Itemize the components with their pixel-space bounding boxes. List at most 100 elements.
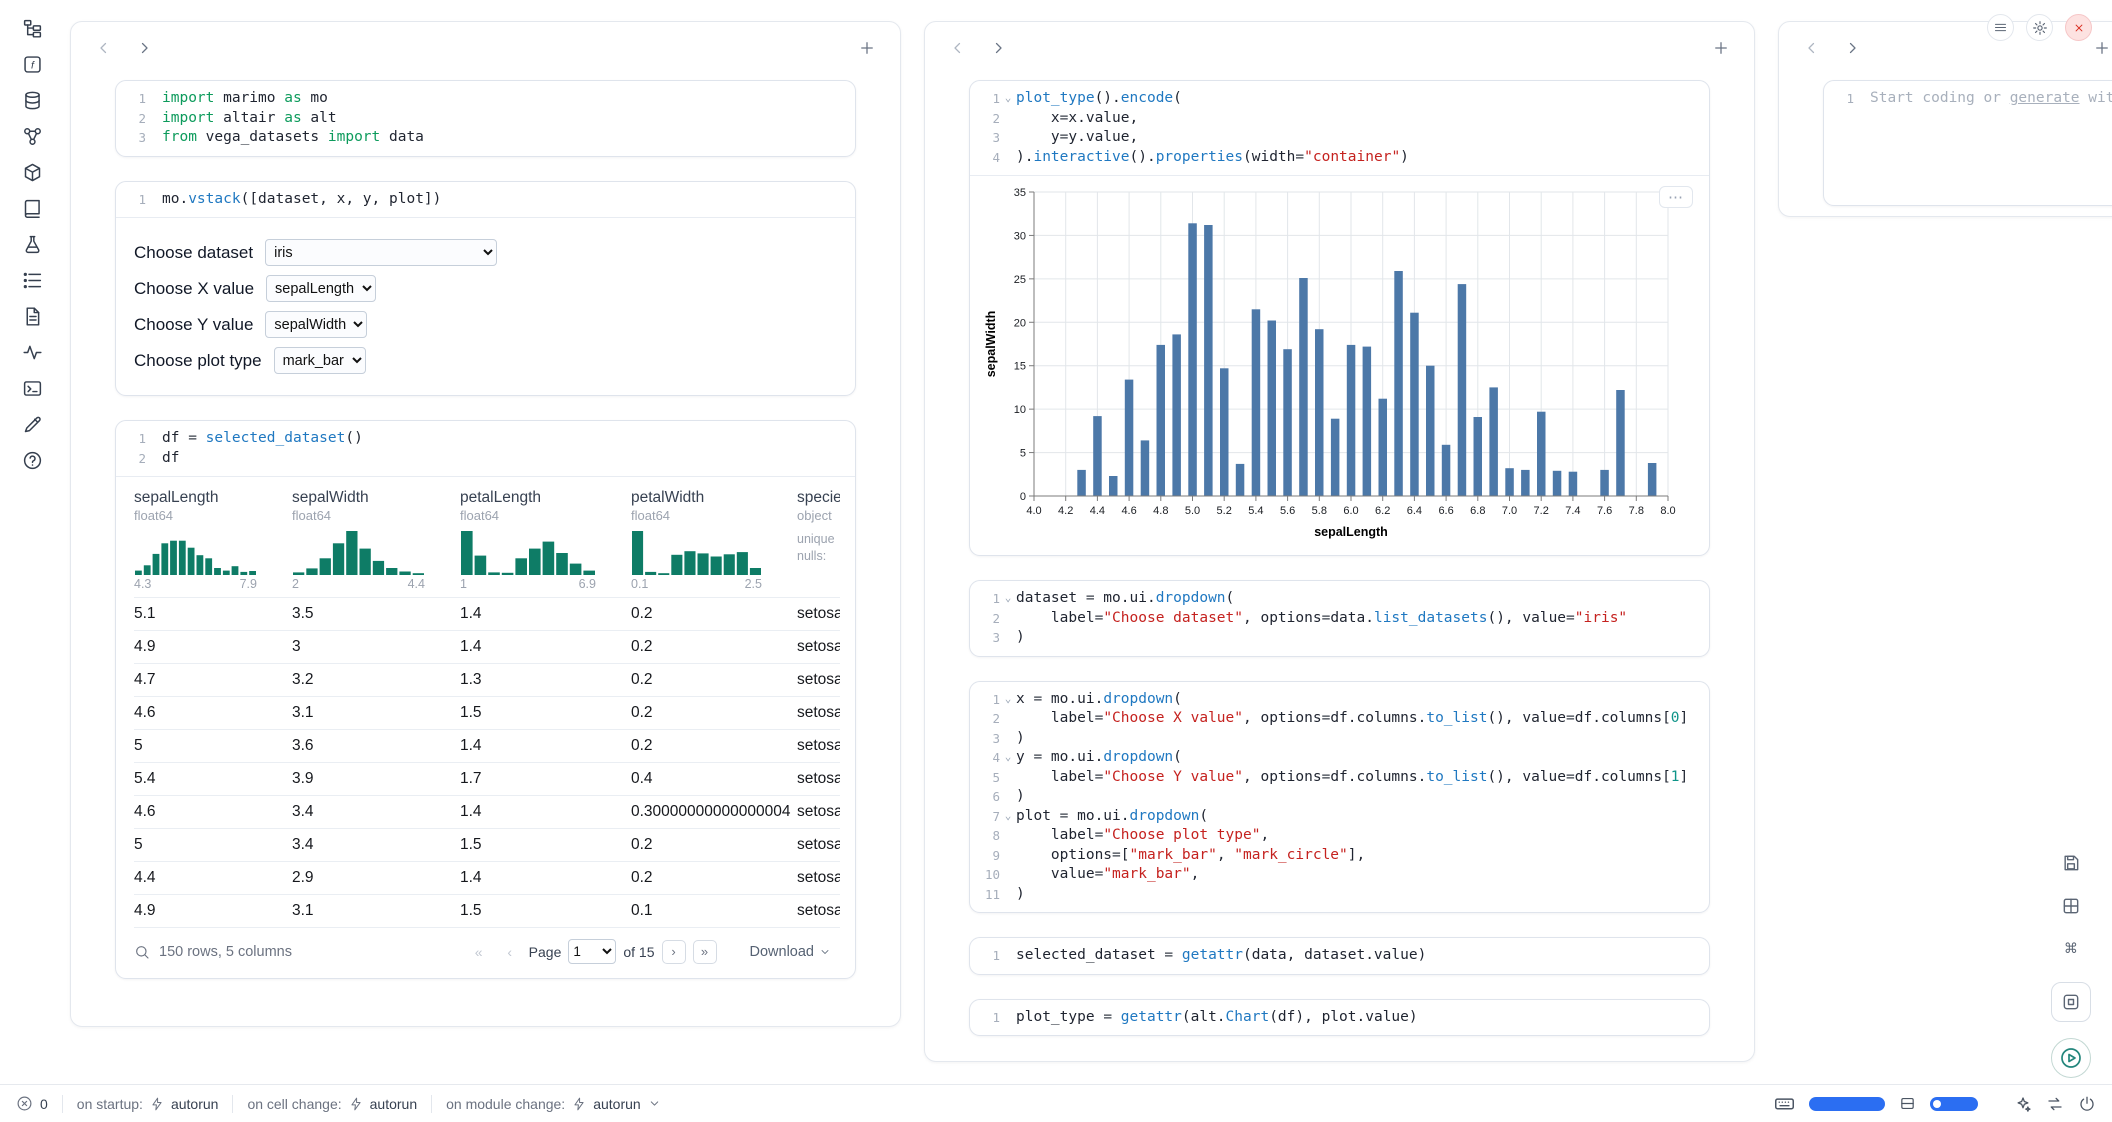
column-scroll-right-button[interactable] bbox=[131, 35, 157, 61]
status-bar-right bbox=[1774, 1093, 2096, 1114]
line-number: 9 bbox=[970, 846, 1000, 866]
fold-spacer bbox=[1000, 787, 1016, 807]
column-scroll-right-button[interactable] bbox=[1839, 35, 1865, 61]
table-row[interactable]: 4.73.21.30.2setosa bbox=[134, 663, 840, 696]
column-scroll-left-button[interactable] bbox=[1799, 35, 1825, 61]
search-icon[interactable] bbox=[134, 944, 150, 960]
first-page-button[interactable]: « bbox=[467, 940, 491, 964]
ai-assistant-button[interactable] bbox=[2014, 1095, 2032, 1113]
dataset-select[interactable]: iris bbox=[265, 239, 497, 266]
column-scroll-left-button[interactable] bbox=[91, 35, 117, 61]
sidebar-file-tree-button[interactable] bbox=[10, 12, 54, 45]
fold-chevron-icon[interactable]: ⌄ bbox=[1000, 748, 1016, 768]
sidebar-tracing-button[interactable] bbox=[10, 336, 54, 369]
cell-output-controls: Choose datasetirisChoose X valuesepalLen… bbox=[116, 217, 855, 395]
page-label: Page bbox=[529, 944, 562, 960]
column-scroll-right-button[interactable] bbox=[985, 35, 1011, 61]
table-row[interactable]: 4.42.91.40.2setosa bbox=[134, 861, 840, 894]
sidebar-help-button[interactable] bbox=[10, 444, 54, 477]
fold-spacer bbox=[1000, 865, 1016, 885]
row-count-summary: 150 rows, 5 columns bbox=[159, 944, 292, 960]
svg-text:7.4: 7.4 bbox=[1565, 505, 1580, 517]
code-editor-dataset-dropdown[interactable]: 1⌄dataset = mo.ui.dropdown(2 label="Choo… bbox=[970, 581, 1709, 656]
sidebar-packages-button[interactable] bbox=[10, 156, 54, 189]
table-row[interactable]: 53.61.40.2setosa bbox=[134, 729, 840, 762]
code-editor-dataframe[interactable]: 1df = selected_dataset()2df bbox=[116, 421, 855, 476]
plus-icon bbox=[1712, 39, 1730, 57]
on-cell-change-label: on cell change: bbox=[247, 1096, 341, 1112]
save-notebook-button[interactable] bbox=[2054, 845, 2089, 880]
sidebar-annotate-button[interactable] bbox=[10, 408, 54, 441]
keyboard-shortcuts-button[interactable] bbox=[1774, 1093, 1795, 1114]
dataset-control-row: Choose datasetiris bbox=[134, 239, 855, 266]
on-startup-setting[interactable]: on startup: autorun bbox=[77, 1096, 219, 1112]
restart-session-button[interactable] bbox=[2046, 1095, 2064, 1113]
sidebar-dependencies-button[interactable] bbox=[10, 120, 54, 153]
code-editor-xy-plot-dropdowns[interactable]: 1⌄x = mo.ui.dropdown(2 label="Choose X v… bbox=[970, 682, 1709, 913]
y-value-select[interactable]: sepalWidth bbox=[265, 311, 367, 338]
table-row[interactable]: 4.63.11.50.2setosa bbox=[134, 696, 840, 729]
on-module-change-setting[interactable]: on module change: autorun bbox=[446, 1096, 661, 1112]
marimo-notebook: { "colors": { "keyword": "#0d9b5c", "fun… bbox=[0, 0, 2112, 1122]
annotate-icon bbox=[22, 414, 43, 435]
error-counter[interactable]: 0 bbox=[16, 1095, 48, 1112]
line-number: 3 bbox=[970, 128, 1000, 148]
table-row[interactable]: 5.43.91.70.4setosa bbox=[134, 762, 840, 795]
altair-bar-chart[interactable]: 4.04.24.44.64.85.05.25.45.65.86.06.26.46… bbox=[982, 182, 1698, 542]
command-palette-button[interactable]: ⌘ bbox=[2054, 931, 2089, 966]
sidebar-logs-button[interactable] bbox=[10, 300, 54, 333]
add-cell-button[interactable] bbox=[854, 35, 880, 61]
fold-chevron-icon[interactable]: ⌄ bbox=[1000, 89, 1016, 109]
chart-options-button[interactable]: ⋯ bbox=[1659, 186, 1693, 208]
fold-chevron-icon[interactable]: ⌄ bbox=[1000, 807, 1016, 827]
sidebar-scratchpad-button[interactable] bbox=[10, 228, 54, 261]
fold-chevron-icon[interactable]: ⌄ bbox=[1000, 690, 1016, 710]
fold-spacer bbox=[146, 429, 162, 449]
code-line: 8 label="Choose plot type", bbox=[970, 826, 1695, 846]
run-app-button[interactable] bbox=[2051, 1038, 2091, 1078]
sidebar-datasources-button[interactable] bbox=[10, 84, 54, 117]
column-scroll-left-button[interactable] bbox=[945, 35, 971, 61]
download-button[interactable]: Download bbox=[744, 943, 838, 961]
code-editor-ui-stack[interactable]: 1mo.vstack([dataset, x, y, plot]) bbox=[116, 182, 855, 218]
sidebar-console-button[interactable] bbox=[10, 372, 54, 405]
app-view-button[interactable] bbox=[2051, 982, 2091, 1022]
table-row[interactable]: 4.93.11.50.1setosa bbox=[134, 894, 840, 927]
add-cell-button[interactable] bbox=[2089, 35, 2112, 61]
svg-text:6.6: 6.6 bbox=[1438, 505, 1453, 517]
code-editor-selected-dataset[interactable]: 1selected_dataset = getattr(data, datase… bbox=[970, 938, 1709, 974]
page-select[interactable]: 1 bbox=[568, 939, 616, 964]
x-value-select[interactable]: sepalLength bbox=[266, 275, 376, 302]
table-row[interactable]: 4.63.41.40.30000000000000004setosa bbox=[134, 795, 840, 828]
panel-toggle-button[interactable] bbox=[1899, 1095, 1916, 1112]
layout-toggle-button[interactable] bbox=[2054, 888, 2089, 923]
last-page-button[interactable]: » bbox=[693, 940, 717, 964]
table-cell: 0.4 bbox=[631, 770, 797, 788]
on-cell-change-setting[interactable]: on cell change: autorun bbox=[247, 1096, 417, 1112]
prev-page-button[interactable]: ‹ bbox=[498, 940, 522, 964]
settings-button[interactable] bbox=[2026, 14, 2053, 41]
table-row[interactable]: 4.931.40.2setosa bbox=[134, 630, 840, 663]
code-editor-imports[interactable]: 1import marimo as mo2import altair as al… bbox=[116, 81, 855, 156]
connection-status-button[interactable] bbox=[2078, 1095, 2096, 1113]
fold-chevron-icon[interactable]: ⌄ bbox=[1000, 589, 1016, 609]
sidebar-documentation-button[interactable] bbox=[10, 192, 54, 225]
table-cell: 3.1 bbox=[292, 704, 460, 722]
code-editor-chart[interactable]: 1⌄plot_type().encode(2 x=x.value,3 y=y.v… bbox=[970, 81, 1709, 175]
plot-type-select[interactable]: mark_bar bbox=[274, 347, 366, 374]
notebook-menu-button[interactable] bbox=[1987, 14, 2014, 41]
next-page-button[interactable]: › bbox=[662, 940, 686, 964]
code-editor-empty[interactable]: 1 Start coding or generate with bbox=[1824, 81, 2112, 117]
shutdown-button[interactable] bbox=[2065, 14, 2092, 41]
table-scroll-area[interactable]: sepalLengthfloat644.37.9sepalWidthfloat6… bbox=[134, 489, 840, 928]
file-tree-icon bbox=[22, 18, 43, 39]
sidebar-snippets-button[interactable] bbox=[10, 264, 54, 297]
svg-text:4.0: 4.0 bbox=[1026, 505, 1041, 517]
generate-with-ai-link[interactable]: generate bbox=[2010, 90, 2080, 106]
table-row[interactable]: 5.13.51.40.2setosa bbox=[134, 597, 840, 630]
table-cell: 1.7 bbox=[460, 770, 631, 788]
table-row[interactable]: 53.41.50.2setosa bbox=[134, 828, 840, 861]
code-editor-plot-type[interactable]: 1plot_type = getattr(alt.Chart(df), plot… bbox=[970, 1000, 1709, 1036]
add-cell-button[interactable] bbox=[1708, 35, 1734, 61]
sidebar-variables-button[interactable]: f bbox=[10, 48, 54, 81]
